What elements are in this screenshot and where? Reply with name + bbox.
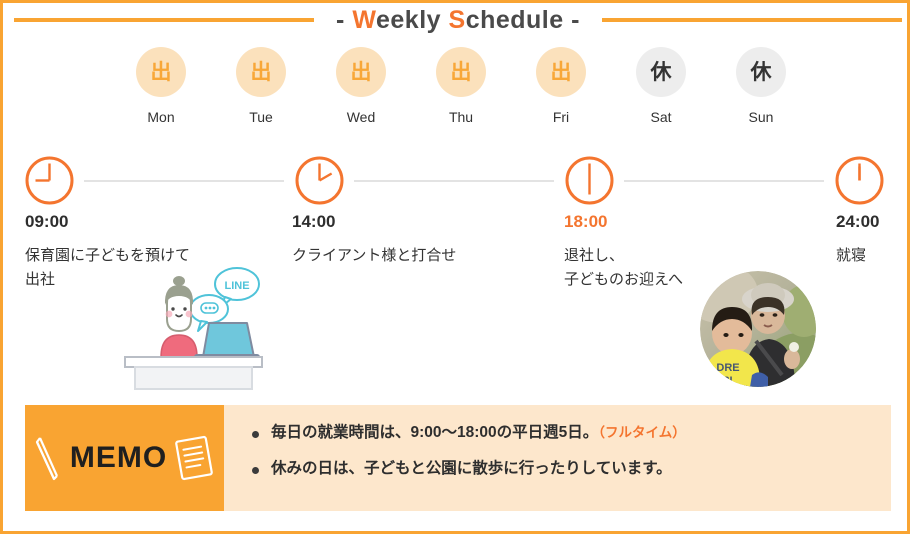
memo-item-text: 毎日の就業時間は、9:00〜18:00の平日週5日。（フルタイム）: [271, 423, 686, 443]
day-label: Tue: [249, 109, 273, 125]
bullet-icon: [252, 431, 259, 438]
day-label: Wed: [346, 109, 376, 125]
timeline-connector: [84, 180, 284, 182]
entry-time: 14:00: [292, 212, 336, 231]
day-label: Sun: [748, 109, 774, 125]
laptop-icon: [194, 322, 260, 361]
week-strip: 出 Mon 出 Tue 出 Wed 出 Thu 出 Fri 休 Sat 休 Sun: [111, 47, 811, 124]
entry-time: 24:00: [836, 212, 880, 231]
page-title: - Weekly Schedule -: [3, 3, 907, 37]
memo-item-main: 毎日の就業時間は、9:00〜18:00の平日週5日。: [271, 424, 599, 441]
day-status-work-icon: 出: [136, 47, 186, 97]
desk-icon: [124, 356, 263, 390]
day-status-off-icon: 休: [736, 47, 786, 97]
memo-item: 休みの日は、子どもと公園に散歩に行ったりしています。: [252, 459, 891, 479]
day-item-sat: 休 Sat: [611, 47, 711, 124]
memo-heading: MEMO: [69, 441, 168, 474]
pencil-icon: [35, 437, 58, 481]
weekly-schedule-card: - Weekly Schedule - 出 Mon 出 Tue 出 Wed 出 Thu 出 Fri…: [0, 0, 910, 534]
title-rest-weekly: eekly: [375, 5, 442, 34]
svg-text:DRE: DRE: [716, 362, 739, 374]
bullet-icon: [252, 467, 259, 475]
title-cap-w: W: [352, 5, 376, 34]
timeline-connector: [624, 180, 824, 182]
day-item-wed: 出 Wed: [311, 47, 411, 124]
entry-description: 退社し、 子どものお迎えへ: [564, 247, 683, 289]
svg-text:2I: 2I: [723, 375, 732, 387]
memo-header: MEMO: [25, 405, 224, 511]
clock-icon-1400: [294, 155, 345, 206]
timeline-connector: [354, 180, 554, 182]
desk-illustration: LINE: [121, 265, 266, 390]
day-item-fri: 出 Fri: [511, 47, 611, 124]
title-dash-right: -: [571, 5, 580, 34]
day-status-off-icon: 休: [636, 47, 686, 97]
day-status-work-icon: 出: [336, 47, 386, 97]
memo-block: MEMO 毎日の就業時間は、9:00〜18:00の平日週5日。（フルタイム） 休み…: [25, 405, 891, 511]
entry-description: 就寝: [836, 247, 867, 264]
title-dash-left: -: [336, 5, 345, 34]
line-bubble-label: LINE: [224, 280, 249, 292]
day-status-work-icon: 出: [536, 47, 586, 97]
memo-item-text: 休みの日は、子どもと公園に散歩に行ったりしています。: [271, 459, 672, 479]
woman-figure-icon: [160, 276, 198, 358]
title-cap-s: S: [448, 5, 466, 34]
title-rest-schedule: chedule: [465, 5, 564, 34]
title-rule-left: [14, 18, 315, 22]
timeline-entry-2400: 24:00 就寝: [836, 213, 879, 268]
day-item-tue: 出 Tue: [211, 47, 311, 124]
timeline-entry-1800: 18:00 退社し、 子どものお迎えへ: [564, 213, 683, 293]
title-rule-right: [601, 18, 902, 22]
day-status-work-icon: 出: [436, 47, 486, 97]
entry-time: 09:00: [25, 212, 69, 231]
timeline: [3, 155, 907, 210]
day-label: Sat: [650, 109, 672, 125]
page-title-text: - Weekly Schedule -: [336, 5, 580, 34]
entry-description: クライアント様と打合せ: [292, 247, 457, 264]
clock-icon-2400: [834, 155, 885, 206]
day-status-work-icon: 出: [236, 47, 286, 97]
memo-item: 毎日の就業時間は、9:00〜18:00の平日週5日。（フルタイム）: [252, 423, 891, 443]
day-label: Thu: [448, 109, 474, 125]
day-item-mon: 出 Mon: [111, 47, 211, 124]
memo-body: 毎日の就業時間は、9:00〜18:00の平日週5日。（フルタイム） 休みの日は、子…: [224, 405, 891, 511]
entry-time: 18:00: [564, 212, 608, 231]
day-item-sun: 休 Sun: [711, 47, 811, 124]
memo-item-note: （フルタイム）: [598, 425, 686, 440]
memo-item-main: 休みの日は、子どもと公園に散歩に行ったりしています。: [271, 460, 672, 478]
timeline-entry-1400: 14:00 クライアント様と打合せ: [292, 213, 456, 268]
clock-icon-0900: [24, 155, 75, 206]
day-label: Fri: [552, 109, 570, 125]
day-label: Mon: [147, 109, 175, 125]
notepad-icon: [175, 435, 214, 481]
day-item-thu: 出 Thu: [411, 47, 511, 124]
clock-icon-1800: [564, 155, 615, 206]
family-photo: DRE 2I: [700, 271, 816, 387]
